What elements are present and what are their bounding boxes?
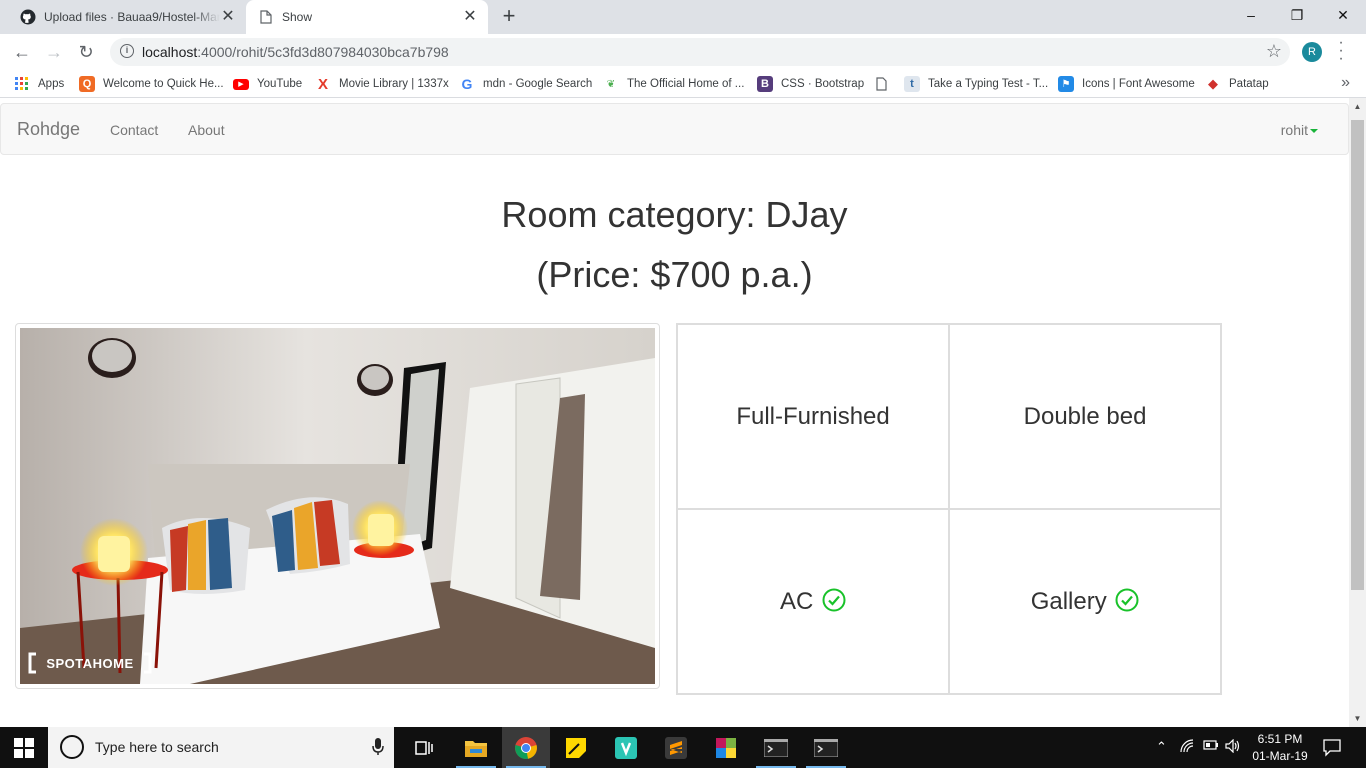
feature-cell-double-bed: Double bed [948, 323, 1222, 510]
room-features-table: Full-Furnished Double bed AC Gallery [675, 323, 1222, 695]
check-circle-icon [1115, 588, 1139, 611]
close-icon[interactable]: ✕ [462, 9, 478, 25]
chrome-taskbar-icon[interactable] [502, 727, 550, 768]
cortana-icon [60, 735, 84, 759]
leaf-icon: ❦ [606, 78, 616, 90]
forward-arrow-icon[interactable]: → [42, 40, 66, 64]
flag-icon: ⚑ [1058, 76, 1074, 92]
bookmark-typing-test[interactable]: t Take a Typing Test - T... [904, 76, 1048, 92]
winrar-icon[interactable] [702, 727, 750, 768]
q-icon: Q [79, 76, 95, 92]
bookmark-mdn-google[interactable]: Gmdn - Google Search [459, 76, 593, 92]
apps-grid-icon [14, 76, 30, 92]
feature-cell-gallery: Gallery [948, 508, 1222, 695]
scroll-up-arrow-icon[interactable]: ▲ [1349, 98, 1366, 115]
close-icon[interactable]: ✕ [220, 9, 236, 25]
bookmarks-bar: Apps Q Welcome to Quick He... ▶ YouTube XM… [0, 70, 1366, 98]
nav-link-contact[interactable]: Contact [110, 122, 158, 138]
reload-icon[interactable]: ↻ [74, 40, 98, 64]
address-bar[interactable]: i localhost:4000/rohit/5c3fd3d807984030b… [110, 38, 1290, 66]
scrollbar-thumb[interactable] [1351, 120, 1364, 590]
caret-down-icon [1310, 129, 1318, 134]
navbar-brand[interactable]: Rohdge [17, 119, 80, 140]
wifi-icon[interactable] [1180, 739, 1194, 756]
room-title: Room category: DJay [501, 194, 848, 235]
file-explorer-icon[interactable] [452, 727, 500, 768]
bookmark-patatap[interactable]: ◆ Patatap [1205, 76, 1269, 92]
tab-github-upload[interactable]: Upload files · Bauaa9/Hostel-Manag ✕ [0, 0, 246, 34]
search-placeholder: Type here to search [95, 739, 219, 755]
sublime-text-icon[interactable] [652, 727, 700, 768]
chevron-up-icon[interactable]: ⌃ [1156, 739, 1167, 755]
bookmark-star-icon[interactable]: ☆ [1266, 41, 1282, 62]
patatap-icon: ◆ [1208, 76, 1218, 91]
new-tab-plus-icon[interactable]: + [498, 5, 520, 28]
page-scrollbar[interactable]: ▲ ▼ [1349, 98, 1366, 727]
bookmark-quick-heal[interactable]: Q Welcome to Quick He... [79, 76, 224, 92]
document-icon [258, 9, 274, 25]
browser-toolbar: ← → ↻ i localhost:4000/rohit/5c3fd3d8079… [0, 34, 1366, 70]
volume-icon[interactable] [1225, 738, 1241, 756]
window-close-icon[interactable]: ✕ [1320, 0, 1366, 32]
bookmarks-overflow-icon[interactable]: » [1341, 74, 1350, 92]
bookmark-apps[interactable]: Apps [14, 76, 64, 92]
windows-taskbar: Type here to search ⌃ 6:51 PM 01-Mar-19 [0, 727, 1366, 768]
tab-title: Upload files · Bauaa9/Hostel-Manag [44, 10, 220, 24]
windows-start-icon[interactable] [14, 738, 34, 758]
scroll-down-arrow-icon[interactable]: ▼ [1349, 710, 1366, 727]
bookmark-page[interactable] [873, 76, 897, 92]
user-dropdown[interactable]: rohit [1281, 122, 1318, 138]
bookmark-1337x[interactable]: X Movie Library | 1337x [315, 75, 449, 93]
terminal-icon[interactable] [802, 727, 850, 768]
terminal-icon[interactable] [752, 727, 800, 768]
feature-cell-furnished: Full-Furnished [675, 323, 951, 510]
room-photo: SPOTAHOME [20, 328, 655, 684]
url-text: localhost:4000/rohit/5c3fd3d807984030bca… [142, 44, 449, 60]
taskbar-search-box[interactable]: Type here to search [48, 727, 394, 768]
t-icon: t [904, 76, 920, 92]
bookmark-bootstrap[interactable]: B CSS · Bootstrap [757, 76, 864, 92]
page-viewport: Rohdge Contact About rohit Room category… [0, 98, 1366, 727]
photo-watermark: SPOTAHOME [46, 656, 133, 671]
x-icon: X [317, 75, 328, 93]
restore-icon[interactable]: ❐ [1274, 0, 1320, 32]
github-icon [20, 9, 36, 25]
check-circle-icon [822, 588, 846, 611]
tab-title: Show [282, 10, 313, 24]
system-clock[interactable]: 6:51 PM 01-Mar-19 [1245, 731, 1315, 765]
table-row: Full-Furnished Double bed [675, 323, 1222, 510]
google-icon: G [461, 76, 473, 92]
bookmark-youtube[interactable]: ▶ YouTube [233, 76, 302, 92]
task-view-icon[interactable] [400, 727, 448, 768]
back-arrow-icon[interactable]: ← [10, 40, 34, 64]
page-icon [873, 76, 889, 92]
info-icon[interactable]: i [120, 44, 134, 58]
microphone-icon[interactable] [372, 738, 384, 756]
tab-show[interactable]: Show ✕ [246, 0, 488, 34]
minimize-icon[interactable]: – [1228, 0, 1274, 32]
bookmark-font-awesome[interactable]: ⚑ Icons | Font Awesome [1058, 76, 1195, 92]
nav-link-about[interactable]: About [188, 122, 225, 138]
battery-icon[interactable] [1203, 739, 1219, 754]
youtube-icon: ▶ [233, 78, 249, 90]
site-navbar: Rohdge Contact About rohit [0, 103, 1349, 155]
action-center-icon[interactable] [1322, 737, 1342, 757]
bootstrap-icon: B [757, 76, 773, 92]
sticky-notes-icon[interactable] [552, 727, 600, 768]
room-photo-thumbnail: SPOTAHOME [15, 323, 660, 689]
profile-avatar[interactable]: R [1302, 42, 1322, 62]
room-price: (Price: $700 p.a.) [536, 254, 813, 295]
jiosaavn-icon[interactable] [602, 727, 650, 768]
table-row: AC Gallery [675, 508, 1222, 695]
bookmark-official-home[interactable]: ❦ The Official Home of ... [603, 76, 745, 92]
more-vert-icon[interactable]: · · · [1336, 35, 1346, 67]
tab-strip: Upload files · Bauaa9/Hostel-Manag ✕ Sho… [0, 0, 1366, 34]
feature-cell-ac: AC [675, 508, 951, 695]
spotahome-watermark: SPOTAHOME [28, 652, 152, 674]
